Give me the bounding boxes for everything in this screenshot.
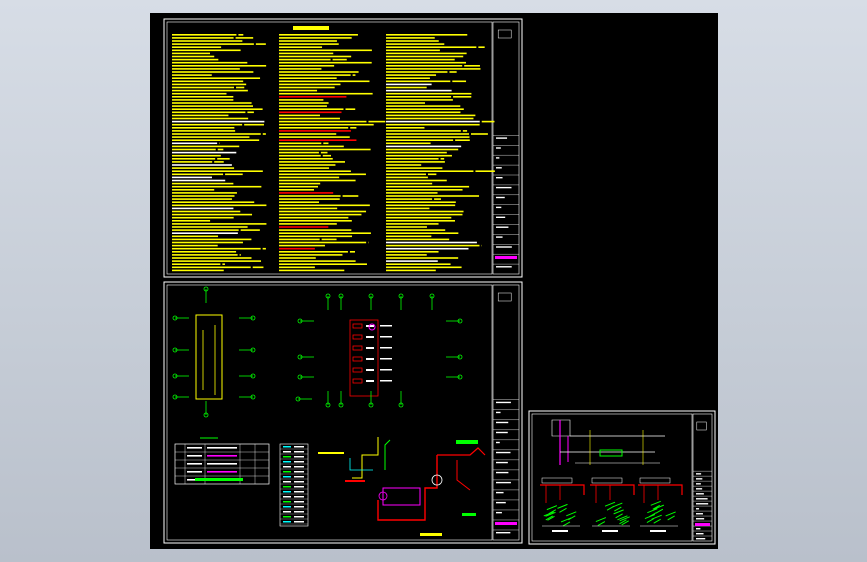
notes-title xyxy=(293,26,329,30)
cad-canvas[interactable] xyxy=(0,0,867,562)
